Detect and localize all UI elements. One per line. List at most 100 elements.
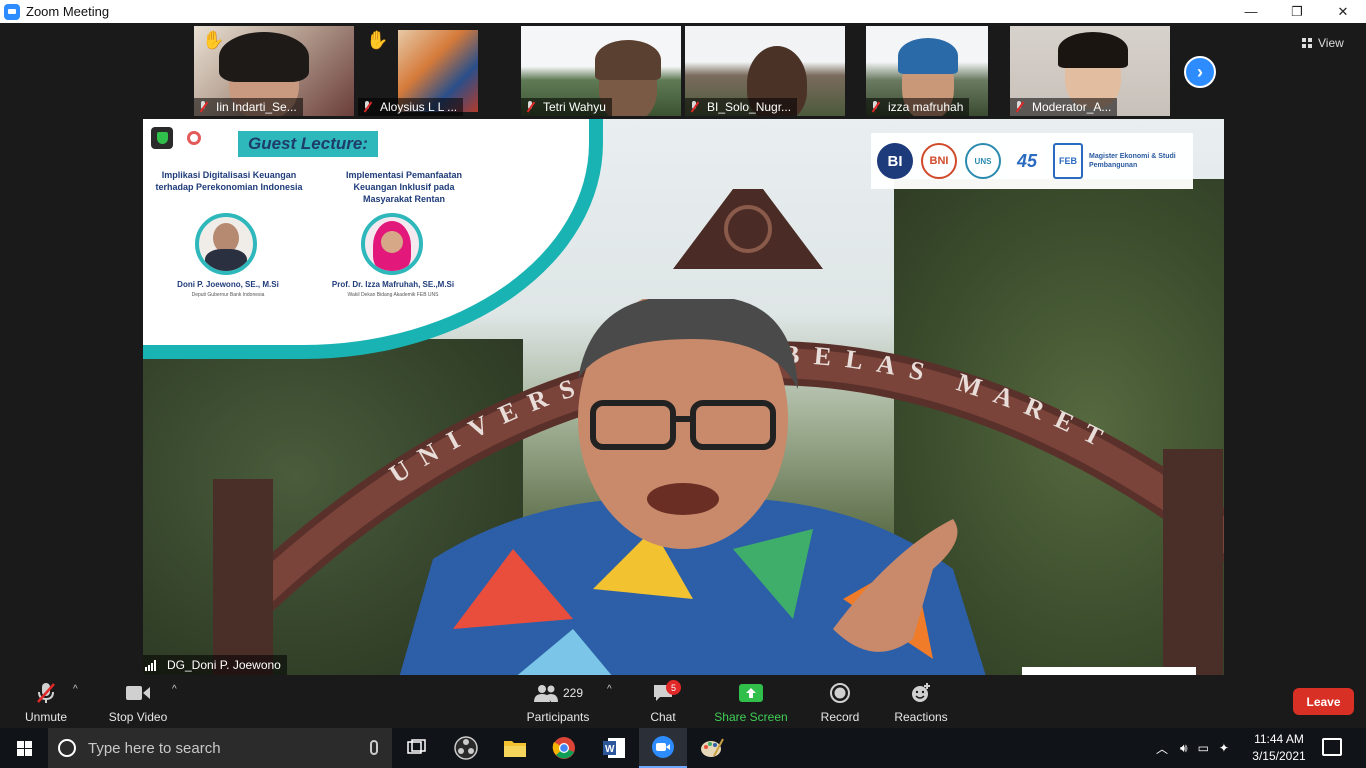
window-titlebar: Zoom Meeting — ❐ ✕ xyxy=(0,0,1366,23)
svg-text:W: W xyxy=(605,744,615,755)
meeting-controls: Unmute ^ Stop Video ^ 229 Participants ^… xyxy=(0,678,1366,728)
voice-search-icon[interactable] xyxy=(370,740,378,755)
grid-icon xyxy=(1302,38,1312,48)
volume-icon[interactable]: 🔊︎ xyxy=(1180,741,1188,756)
chat-badge: 5 xyxy=(666,680,681,695)
unmute-button[interactable]: Unmute xyxy=(18,682,74,724)
chat-icon: 5 xyxy=(652,680,681,704)
view-button[interactable]: View xyxy=(1302,33,1358,53)
participant-name: BI_Solo_Nugr... xyxy=(707,100,792,114)
video-camera-icon xyxy=(125,682,151,704)
next-page-arrow-icon[interactable]: › xyxy=(1184,56,1216,88)
speaker-name-tag: DG_Doni P. Joewono xyxy=(143,655,287,675)
share-screen-button[interactable]: Share Screen xyxy=(714,682,788,724)
battery-icon[interactable]: ▭ xyxy=(1198,741,1209,755)
participant-hair xyxy=(219,32,309,82)
participant-thumbnail[interactable]: Moderator_A... xyxy=(1010,26,1170,116)
speaker-figure xyxy=(399,299,986,675)
topic-right: Implementasi Pemanfaatan Keuangan Inklus… xyxy=(345,170,463,204)
presenter-left-name: Doni P. Joewono, SE., M.Si xyxy=(177,280,279,289)
input-language-icon[interactable]: ✦ xyxy=(1219,741,1229,755)
restore-button[interactable]: ❐ xyxy=(1274,0,1320,23)
mic-muted-icon xyxy=(1014,101,1024,113)
notifications-icon[interactable] xyxy=(1322,738,1342,756)
participant-hijab xyxy=(595,40,661,80)
file-explorer-icon[interactable] xyxy=(491,728,539,768)
mic-muted-icon xyxy=(362,101,372,113)
window-controls: — ❐ ✕ xyxy=(1228,0,1366,23)
chat-button[interactable]: 5 Chat xyxy=(644,680,682,724)
participant-hair xyxy=(1058,32,1128,68)
chrome-icon[interactable] xyxy=(540,728,588,768)
cortana-icon xyxy=(58,739,76,757)
participant-thumbnail[interactable]: ✋ Iin Indarti_Se... xyxy=(194,26,354,116)
zoom-app-icon xyxy=(4,3,20,20)
participant-name-tag: BI_Solo_Nugr... xyxy=(685,98,798,116)
obs-app-icon[interactable] xyxy=(442,728,490,768)
start-button[interactable] xyxy=(0,728,48,768)
topic-left: Implikasi Digitalisasi Keuangan terhadap… xyxy=(155,170,303,192)
program-label: Magister Ekonomi & Studi Pembangunan xyxy=(1089,153,1176,169)
participant-count: 229 xyxy=(562,686,584,700)
participant-thumbnail[interactable]: BI_Solo_Nugr... xyxy=(685,26,845,116)
participant-thumbnail[interactable]: izza mafruhah xyxy=(866,26,988,116)
task-view-icon[interactable] xyxy=(392,728,440,768)
paint-icon[interactable] xyxy=(688,728,736,768)
presenter-left: Doni P. Joewono, SE., M.Si Deputi Gubern… xyxy=(153,279,303,301)
chat-label: Chat xyxy=(650,710,676,724)
windows-logo-icon xyxy=(16,740,32,756)
system-tray: ︿ 🔊︎ ▭ ✦ xyxy=(1156,728,1229,768)
audio-options-caret-icon[interactable]: ^ xyxy=(73,684,78,695)
mic-muted-icon xyxy=(870,101,880,113)
leave-button[interactable]: Leave xyxy=(1293,688,1354,715)
presenter-right: Prof. Dr. Izza Mafruhah, SE.,M.Si Wakil … xyxy=(313,279,473,301)
reactions-button[interactable]: Reactions xyxy=(892,682,950,724)
encryption-shield-icon[interactable] xyxy=(151,127,173,149)
participant-name: izza mafruhah xyxy=(888,100,964,114)
word-icon[interactable]: W xyxy=(590,728,638,768)
raised-hand-icon: ✋ xyxy=(366,30,389,50)
participant-name: Iin Indarti_Se... xyxy=(216,100,297,114)
arch-pillar-right xyxy=(1163,449,1223,675)
record-icon xyxy=(830,682,850,704)
participants-button[interactable]: 229 Participants xyxy=(524,682,592,724)
participant-thumbnail[interactable]: Tetri Wahyu xyxy=(521,26,681,116)
anniversary-logo: 45 xyxy=(1009,143,1045,179)
minimize-button[interactable]: — xyxy=(1228,0,1274,23)
record-button[interactable]: Record xyxy=(818,682,862,724)
participant-name: Moderator_A... xyxy=(1032,100,1112,114)
view-label: View xyxy=(1318,36,1344,50)
clock-date: 3/15/2021 xyxy=(1252,749,1306,763)
recording-icon[interactable] xyxy=(187,131,201,145)
mic-muted-icon xyxy=(689,101,699,113)
active-speaker-video[interactable]: UNIVERSITAS SEBELAS MARET ding Guest Lec… xyxy=(143,119,1224,675)
participant-name-tag: Iin Indarti_Se... xyxy=(194,98,303,116)
share-screen-label: Share Screen xyxy=(714,710,788,724)
reactions-label: Reactions xyxy=(894,710,948,724)
taskbar-search[interactable]: Type here to search xyxy=(48,728,392,768)
smiley-icon xyxy=(910,682,932,704)
participant-thumbnail[interactable]: ✋ Aloysius L L ... xyxy=(358,26,518,116)
presenter-right-name: Prof. Dr. Izza Mafruhah, SE.,M.Si xyxy=(331,280,455,289)
bni-logo: BNI xyxy=(921,143,957,179)
arch-pillar-left xyxy=(213,479,273,675)
participant-name-tag: Tetri Wahyu xyxy=(521,98,612,116)
stop-video-button[interactable]: Stop Video xyxy=(104,682,172,724)
participants-icon: 229 xyxy=(533,682,583,704)
show-hidden-icons-icon[interactable]: ︿ xyxy=(1156,740,1168,757)
zoom-taskbar-icon[interactable] xyxy=(639,728,687,768)
uns-logo: UNS xyxy=(965,143,1001,179)
participants-options-caret-icon[interactable]: ^ xyxy=(607,684,612,695)
taskbar-clock[interactable]: 11:44 AM 3/15/2021 xyxy=(1252,731,1306,765)
meeting-area: ✋ Iin Indarti_Se... ✋ Aloysius L L ... T… xyxy=(0,23,1366,678)
signal-strength-icon xyxy=(145,659,161,671)
record-label: Record xyxy=(820,710,860,724)
presenter-right-photo xyxy=(361,213,423,275)
caption-box xyxy=(1022,667,1196,675)
window-title: Zoom Meeting xyxy=(26,4,110,19)
participant-name: Aloysius L L ... xyxy=(380,100,458,114)
close-button[interactable]: ✕ xyxy=(1320,0,1366,23)
video-options-caret-icon[interactable]: ^ xyxy=(172,684,177,695)
mic-muted-icon xyxy=(525,101,535,113)
presenter-left-photo xyxy=(195,213,257,275)
